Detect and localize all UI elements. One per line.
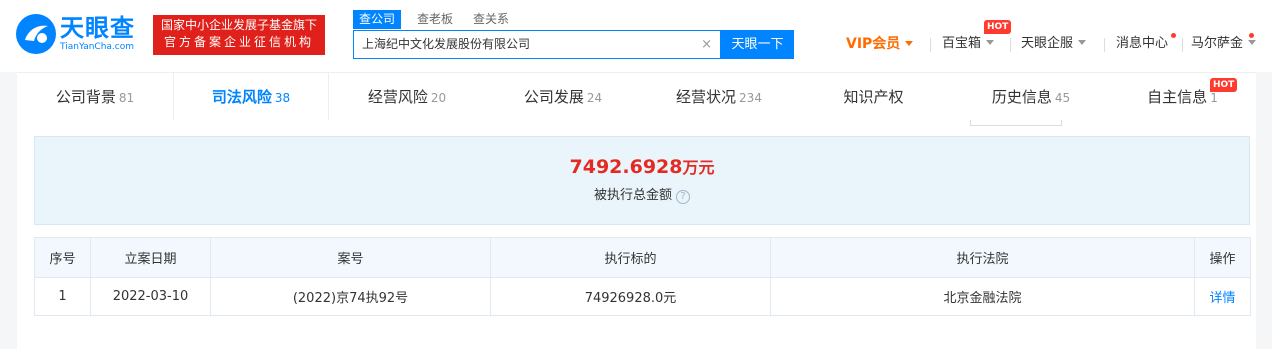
- logo[interactable]: 天眼查 TianYanCha.com: [16, 14, 148, 54]
- col-header-action: 操作: [1194, 237, 1251, 278]
- top-header: 天眼查 TianYanCha.com 国家中小企业发展子基金旗下 官方备案企业征…: [0, 0, 1272, 72]
- search-button[interactable]: 天眼一下: [721, 30, 794, 59]
- tab-intellectual-property[interactable]: 知识产权: [797, 73, 953, 121]
- tab-label: 知识产权: [843, 88, 904, 106]
- baibaoxiang-label: 百宝箱: [942, 36, 982, 51]
- tab-label: 公司发展: [523, 88, 584, 106]
- hot-badge: HOT: [984, 20, 1012, 34]
- vip-member-label: VIP会员: [846, 36, 901, 52]
- banner-line-1: 国家中小企业发展子基金旗下: [160, 18, 317, 32]
- amount-label-text: 被执行总金额: [593, 188, 672, 203]
- chevron-down-icon: [1248, 40, 1257, 45]
- content-panel: 7492.6928万元 被执行总金额? 序号 立案日期 案号 执行标的 执行法院…: [17, 120, 1256, 349]
- col-header-case-no: 案号: [210, 237, 491, 278]
- logo-text: 天眼查: [60, 14, 135, 42]
- baibaoxiang-menu[interactable]: 百宝箱: [942, 34, 995, 54]
- execution-summary: 7492.6928万元 被执行总金额?: [34, 136, 1250, 225]
- tab-label: 经营状况: [676, 88, 737, 106]
- col-header-amount: 执行标的: [490, 237, 771, 278]
- cell-index: 1: [34, 277, 91, 316]
- tab-count: 38: [274, 91, 291, 105]
- amount-value: 7492.6928: [569, 156, 683, 178]
- tab-count: 24: [586, 91, 603, 105]
- qifu-label: 天眼企服: [1021, 36, 1074, 51]
- details-link[interactable]: 详情: [1209, 291, 1235, 306]
- nav-divider: [1104, 38, 1105, 52]
- official-banner[interactable]: 国家中小企业发展子基金旗下 官方备案企业征信机构: [153, 15, 325, 55]
- chevron-down-icon: [1078, 40, 1087, 45]
- tab-history[interactable]: 历史信息 45: [953, 73, 1109, 121]
- tab-company-development[interactable]: 公司发展 24: [485, 73, 641, 121]
- cell-case-no: (2022)京74执92号: [210, 277, 491, 316]
- search-tab-relation[interactable]: 查关系: [473, 10, 509, 29]
- table-header-row: 序号 立案日期 案号 执行标的 执行法院 操作: [34, 237, 1251, 278]
- qifu-menu[interactable]: 天眼企服: [1021, 34, 1087, 54]
- section-tabs: 公司背景 81 司法风险 38 经营风险 20 公司发展 24 经营状况 234 知识产权…: [17, 72, 1256, 121]
- col-header-index: 序号: [34, 237, 91, 278]
- amount-label: 被执行总金额?: [35, 187, 1249, 205]
- cell-date: 2022-03-10: [90, 277, 211, 316]
- tab-label: 公司背景: [55, 88, 116, 106]
- message-center-label: 消息中心: [1116, 36, 1169, 51]
- cell-court: 北京金融法院: [770, 277, 1195, 316]
- total-amount: 7492.6928万元: [35, 155, 1249, 180]
- search-input[interactable]: 上海纪中文化发展股份有限公司 ×: [353, 30, 721, 59]
- tab-label: 经营风险: [367, 88, 428, 106]
- tab-count: 45: [1054, 91, 1071, 105]
- cell-amount: 74926928.0元: [490, 277, 771, 316]
- tab-label: 司法风险: [211, 88, 272, 106]
- notification-dot: [1249, 33, 1254, 38]
- notification-dot: [1171, 33, 1176, 38]
- chevron-down-icon: [905, 41, 914, 46]
- nav-divider: [1010, 38, 1011, 52]
- tab-operating-risk[interactable]: 经营风险 20: [329, 73, 485, 121]
- tab-label: 历史信息: [991, 88, 1052, 106]
- nav-divider: [930, 38, 931, 52]
- logo-mark-icon: [16, 14, 56, 54]
- nav-divider: [1182, 38, 1183, 52]
- message-center-link[interactable]: 消息中心: [1116, 34, 1168, 54]
- search-tab-company[interactable]: 查公司: [353, 10, 402, 29]
- user-name: 马尔萨金: [1191, 36, 1244, 51]
- vip-member-menu[interactable]: VIP会员: [846, 34, 914, 54]
- tab-count: 20: [430, 91, 447, 105]
- user-menu[interactable]: 马尔萨金: [1191, 34, 1257, 54]
- tab-count: 1: [1210, 91, 1218, 105]
- banner-line-2: 官方备案企业征信机构: [163, 35, 314, 49]
- hot-badge: HOT: [1210, 78, 1238, 92]
- tab-company-background[interactable]: 公司背景 81: [17, 73, 173, 121]
- chevron-down-icon: [986, 40, 995, 45]
- cell-action: 详情: [1194, 277, 1251, 316]
- tab-operating-status[interactable]: 经营状况 234: [641, 73, 797, 121]
- col-header-court: 执行法院: [770, 237, 1195, 278]
- amount-unit: 万元: [682, 158, 715, 177]
- clear-icon[interactable]: ×: [701, 31, 712, 58]
- search-tab-boss[interactable]: 查老板: [417, 10, 453, 29]
- dropdown-edge[interactable]: [970, 120, 1062, 126]
- col-header-date: 立案日期: [90, 237, 211, 278]
- logo-subtitle: TianYanCha.com: [60, 42, 135, 52]
- search-area: 查公司 查老板 查关系 上海纪中文化发展股份有限公司 × 天眼一下: [353, 10, 794, 60]
- execution-table: 序号 立案日期 案号 执行标的 执行法院 操作 1 2022-03-10 (20…: [34, 237, 1251, 316]
- table-row: 1 2022-03-10 (2022)京74执92号 74926928.0元 北…: [34, 277, 1251, 316]
- tab-count: 234: [739, 91, 762, 105]
- tab-label: 自主信息: [1147, 88, 1208, 106]
- help-icon[interactable]: ?: [676, 190, 690, 204]
- tab-count: 81: [118, 91, 135, 105]
- search-query[interactable]: 上海纪中文化发展股份有限公司: [362, 31, 530, 58]
- tab-judicial-risk[interactable]: 司法风险 38: [173, 73, 329, 121]
